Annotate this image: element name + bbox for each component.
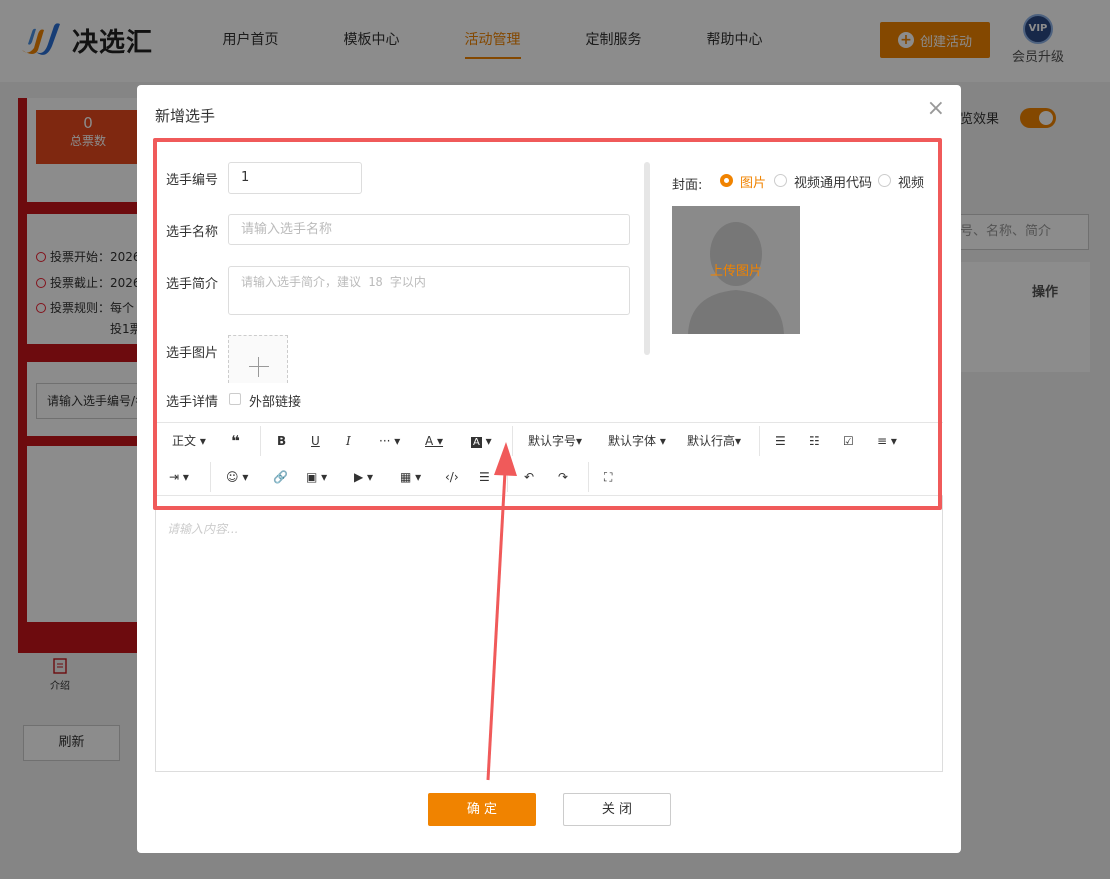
toolbar-divider (210, 462, 211, 492)
toolbar-divider (512, 426, 513, 456)
todo-list-icon[interactable]: ☑ (843, 431, 854, 451)
image-icon[interactable]: ▣ ▾ (306, 467, 327, 487)
italic-icon[interactable]: I (346, 431, 351, 451)
indent-icon[interactable]: ⇥ ▾ (169, 467, 189, 487)
bullet-list-icon[interactable]: ☰ (775, 431, 786, 451)
external-link-checkbox[interactable] (229, 393, 241, 405)
add-contestant-dialog: 新增选手 × 选手编号 1 选手名称 请输入选手名称 选手简介 请输入选手简介，… (137, 85, 961, 853)
number-label: 选手编号 (166, 173, 219, 188)
quote-icon[interactable]: ❝ (231, 431, 240, 451)
paragraph-format-select[interactable]: 正文 ▾ (172, 431, 206, 451)
cover-option-video-radio[interactable] (878, 174, 891, 187)
cover-option-image-radio[interactable] (720, 174, 733, 187)
name-input[interactable]: 请输入选手名称 (228, 214, 630, 245)
toolbar-divider (588, 462, 589, 492)
font-family-label: 默认字体 (608, 434, 657, 448)
font-size-select[interactable]: 默认字号▾ (528, 431, 582, 451)
image-label: 选手图片 (166, 346, 219, 361)
dialog-title: 新增选手 (155, 107, 216, 125)
bold-icon[interactable]: B (277, 431, 286, 451)
underline-icon[interactable]: U (311, 431, 320, 451)
close-button[interactable]: 关 闭 (563, 793, 671, 826)
confirm-button[interactable]: 确 定 (428, 793, 536, 826)
image-upload-button[interactable] (228, 335, 288, 383)
cover-option-video-code-label[interactable]: 视频通用代码 (794, 172, 872, 191)
external-link-label[interactable]: 外部链接 (249, 391, 301, 410)
more-format-icon[interactable]: ··· ▾ (379, 431, 400, 451)
link-icon[interactable]: 🔗 (273, 467, 288, 487)
cover-option-video-code-radio[interactable] (774, 174, 787, 187)
close-icon[interactable]: × (927, 98, 945, 120)
align-icon[interactable]: ≡ ▾ (877, 431, 897, 451)
cover-upload-area[interactable]: 上传图片 (672, 206, 800, 334)
divider-line-icon[interactable]: ☰ (479, 467, 490, 487)
font-family-select[interactable]: 默认字体 ▾ (608, 431, 666, 451)
detail-label: 选手详情 (166, 395, 219, 410)
emoji-icon[interactable]: ☺ ▾ (226, 467, 248, 487)
rich-text-editor[interactable]: 请输入内容... (155, 496, 943, 772)
redo-icon[interactable]: ↷ (558, 467, 568, 487)
name-label: 选手名称 (166, 225, 219, 240)
intro-textarea[interactable]: 请输入选手简介，建议 18 字以内 (228, 266, 630, 315)
fullscreen-icon[interactable]: ⛶ (604, 467, 612, 487)
cover-label: 封面: (672, 178, 703, 193)
intro-label: 选手简介 (166, 277, 219, 292)
toolbar-divider (260, 426, 261, 456)
line-height-label: 默认行高 (687, 434, 736, 448)
numbered-list-icon[interactable]: ☷ (809, 431, 820, 451)
video-icon[interactable]: ▶ ▾ (354, 467, 373, 487)
cover-upload-text: 上传图片 (709, 264, 762, 279)
line-height-select[interactable]: 默认行高▾ (687, 431, 741, 451)
cover-option-video-label[interactable]: 视频 (898, 172, 924, 191)
form-scrollbar[interactable] (644, 162, 650, 355)
number-input[interactable]: 1 (228, 162, 362, 194)
undo-icon[interactable]: ↶ (524, 467, 534, 487)
cover-option-image-label[interactable]: 图片 (740, 172, 766, 191)
editor-toolbar: 正文 ▾ ❝ B U I ··· ▾ A ▾ A ▾ 默认字号▾ 默认字体 ▾ … (155, 422, 943, 496)
code-icon[interactable]: ‹/› (445, 467, 459, 487)
background-color-icon[interactable]: A ▾ (471, 431, 492, 451)
font-color-icon[interactable]: A ▾ (425, 431, 443, 451)
table-icon[interactable]: ▦ ▾ (400, 467, 421, 487)
paragraph-format-label: 正文 (172, 434, 197, 448)
toolbar-divider (759, 426, 760, 456)
toolbar-divider (507, 462, 508, 492)
editor-placeholder: 请输入内容... (167, 522, 239, 536)
font-size-label: 默认字号 (528, 434, 577, 448)
